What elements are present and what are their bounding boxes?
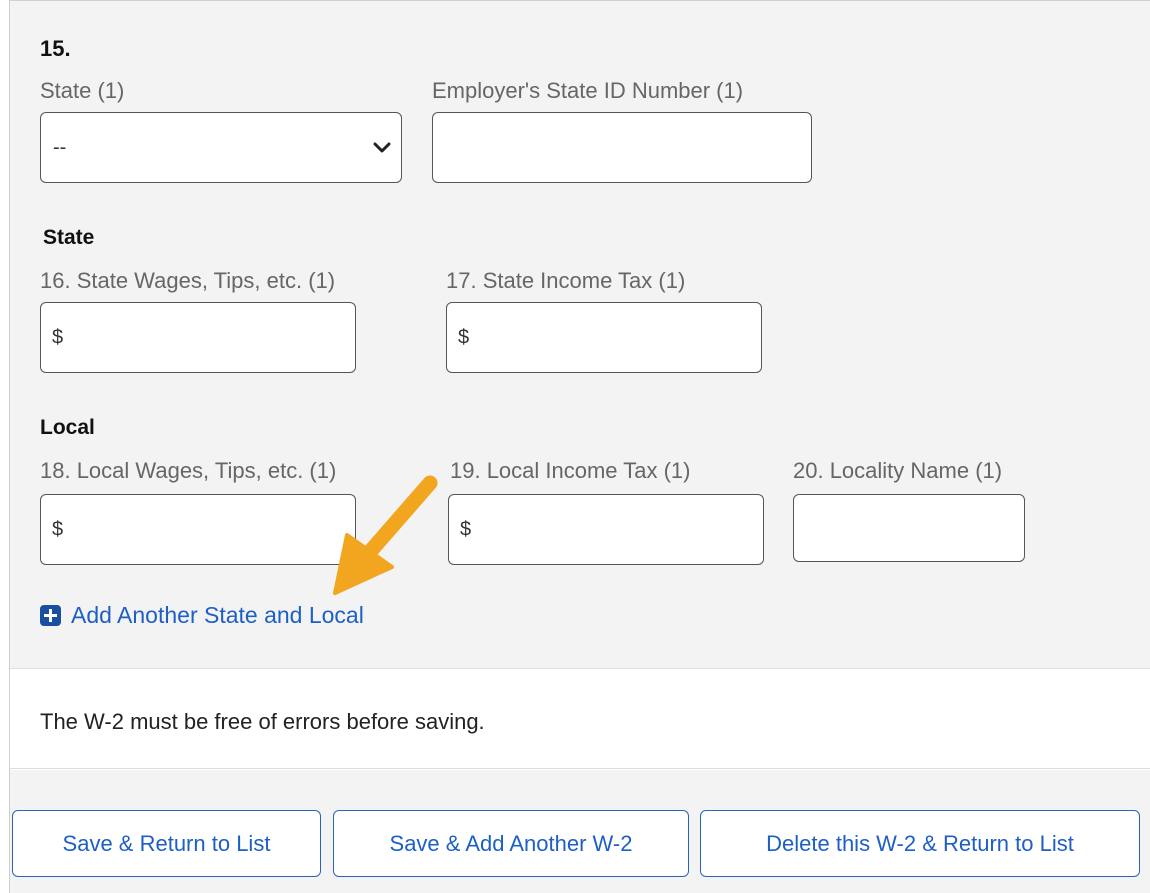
employer-state-id-input[interactable]	[432, 112, 812, 183]
local-wages-label: 18. Local Wages, Tips, etc. (1)	[40, 458, 337, 483]
state-wages-label: 16. State Wages, Tips, etc. (1)	[40, 268, 336, 293]
section-15-number: 15.	[40, 36, 71, 61]
state-income-tax-input[interactable]: $	[446, 302, 762, 373]
currency-prefix: $	[460, 518, 472, 540]
employer-state-id-label: Employer's State ID Number (1)	[432, 78, 744, 103]
state-heading: State	[43, 226, 95, 249]
locality-name-label: 20. Locality Name (1)	[793, 458, 1003, 483]
save-add-another-button[interactable]: Save & Add Another W-2	[333, 810, 689, 877]
currency-prefix: $	[52, 518, 64, 540]
save-error-message: The W-2 must be free of errors before sa…	[40, 709, 485, 734]
add-another-state-local-link[interactable]: Add Another State and Local	[40, 602, 364, 629]
state-income-tax-label: 17. State Income Tax (1)	[446, 268, 686, 293]
chevron-down-icon	[373, 142, 391, 152]
state-select-value: --	[53, 136, 67, 158]
locality-name-input[interactable]	[793, 494, 1025, 562]
state-label: State (1)	[40, 78, 125, 103]
local-heading: Local	[40, 416, 95, 439]
add-another-state-local-label: Add Another State and Local	[71, 602, 364, 628]
currency-prefix: $	[52, 326, 64, 348]
delete-return-button[interactable]: Delete this W-2 & Return to List	[700, 810, 1140, 877]
local-income-tax-input[interactable]: $	[448, 494, 764, 565]
state-select[interactable]: --	[40, 112, 402, 183]
currency-prefix: $	[458, 326, 470, 348]
plus-square-icon	[40, 605, 61, 626]
local-income-tax-label: 19. Local Income Tax (1)	[450, 458, 691, 483]
state-wages-input[interactable]: $	[40, 302, 356, 373]
save-return-button[interactable]: Save & Return to List	[12, 810, 321, 877]
local-wages-input[interactable]: $	[40, 494, 356, 565]
